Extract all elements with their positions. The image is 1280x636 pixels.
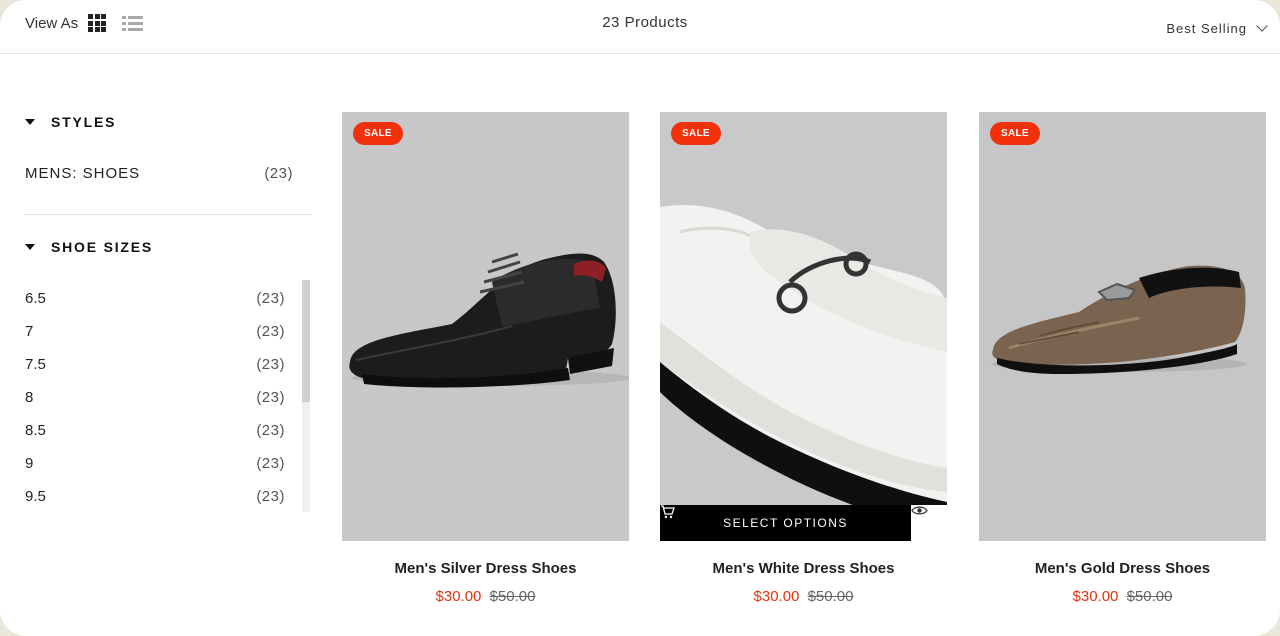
filter-item-label: 7	[25, 323, 34, 340]
filter-item-count: (23)	[256, 323, 285, 340]
select-options-button[interactable]: SELECT OPTIONS	[660, 505, 911, 541]
filter-item-size-7[interactable]: 7 (23)	[25, 323, 285, 340]
product-image[interactable]: SALE	[342, 112, 629, 541]
product-price: $30.00 $50.00	[342, 588, 629, 605]
sale-price: $30.00	[753, 588, 800, 605]
filter-item-label: 9.5	[25, 488, 46, 505]
filter-item-size-9[interactable]: 9 (23)	[25, 455, 285, 472]
filter-styles-header[interactable]: STYLES	[25, 114, 116, 130]
sale-badge: SALE	[990, 122, 1040, 145]
filter-item-count: (23)	[256, 389, 285, 406]
white-loafer-shoe-image	[660, 112, 947, 541]
eye-icon	[911, 506, 928, 515]
filter-item-size-7-5[interactable]: 7.5 (23)	[25, 356, 285, 373]
filter-item-label: 6.5	[25, 290, 46, 307]
select-options-label: SELECT OPTIONS	[723, 516, 848, 530]
product-title[interactable]: Men's Silver Dress Shoes	[342, 560, 629, 577]
product-card[interactable]: SALE Men's Gold Dress Shoes $30.00 $50.0…	[979, 112, 1266, 605]
filter-item-count: (23)	[256, 290, 285, 307]
filter-item-size-9-5[interactable]: 9.5 (23)	[25, 488, 285, 505]
sale-badge: SALE	[671, 122, 721, 145]
filter-item-size-8-5[interactable]: 8.5 (23)	[25, 422, 285, 439]
gold-loafer-shoe-image	[979, 112, 1266, 541]
filter-item-count: (23)	[256, 455, 285, 472]
sale-price: $30.00	[435, 588, 482, 605]
filter-item-label: 7.5	[25, 356, 46, 373]
compare-price: $50.00	[807, 588, 854, 605]
product-title[interactable]: Men's White Dress Shoes	[660, 560, 947, 577]
filter-item-count: (23)	[256, 488, 285, 505]
product-image[interactable]: SALE SELECT OPTIONS	[660, 112, 947, 541]
filter-item-count: (23)	[256, 422, 285, 439]
sort-dropdown[interactable]: Best Selling	[1166, 20, 1268, 36]
filter-item-label: 9	[25, 455, 34, 472]
filter-styles-title: STYLES	[51, 114, 117, 130]
sale-price: $30.00	[1072, 588, 1119, 605]
page-frame: View As 23 Products Best Selling STYLES …	[0, 0, 1280, 636]
filter-item-size-6-5[interactable]: 6.5 (23)	[25, 290, 285, 307]
compare-price: $50.00	[1126, 588, 1173, 605]
filter-item-label: 8.5	[25, 422, 46, 439]
sizes-scrollbar-thumb[interactable]	[302, 280, 310, 402]
filter-sizes-header[interactable]: SHOE SIZES	[25, 239, 153, 255]
black-oxford-shoe-image	[342, 112, 629, 541]
filter-item-mens-shoes[interactable]: MENS: SHOES (23)	[25, 165, 293, 182]
cart-icon	[661, 505, 675, 519]
sort-label: Best Selling	[1166, 21, 1247, 36]
filter-item-count: (23)	[264, 165, 293, 182]
caret-down-icon	[25, 119, 35, 125]
filter-item-label: MENS: SHOES	[25, 165, 141, 182]
filter-item-count: (23)	[256, 356, 285, 373]
product-price: $30.00 $50.00	[979, 588, 1266, 605]
product-card[interactable]: SALE Men's Silver Dress Shoes $30.00 $50…	[342, 112, 629, 605]
product-count: 23 Products	[602, 14, 688, 31]
quick-view-button[interactable]	[911, 505, 947, 541]
product-price: $30.00 $50.00	[660, 588, 947, 605]
compare-price: $50.00	[489, 588, 536, 605]
filter-item-size-8[interactable]: 8 (23)	[25, 389, 285, 406]
sale-badge: SALE	[353, 122, 403, 145]
chevron-down-icon	[1256, 20, 1268, 32]
filter-item-label: 8	[25, 389, 34, 406]
product-card[interactable]: SALE SELECT OPTIONS Men's White Dress Sh…	[660, 112, 947, 605]
product-image[interactable]: SALE	[979, 112, 1266, 541]
product-title[interactable]: Men's Gold Dress Shoes	[979, 560, 1266, 577]
sidebar-divider	[25, 214, 311, 215]
filter-sizes-title: SHOE SIZES	[51, 239, 154, 255]
caret-down-icon	[25, 244, 35, 250]
collection-toolbar: View As 23 Products Best Selling	[0, 0, 1280, 54]
